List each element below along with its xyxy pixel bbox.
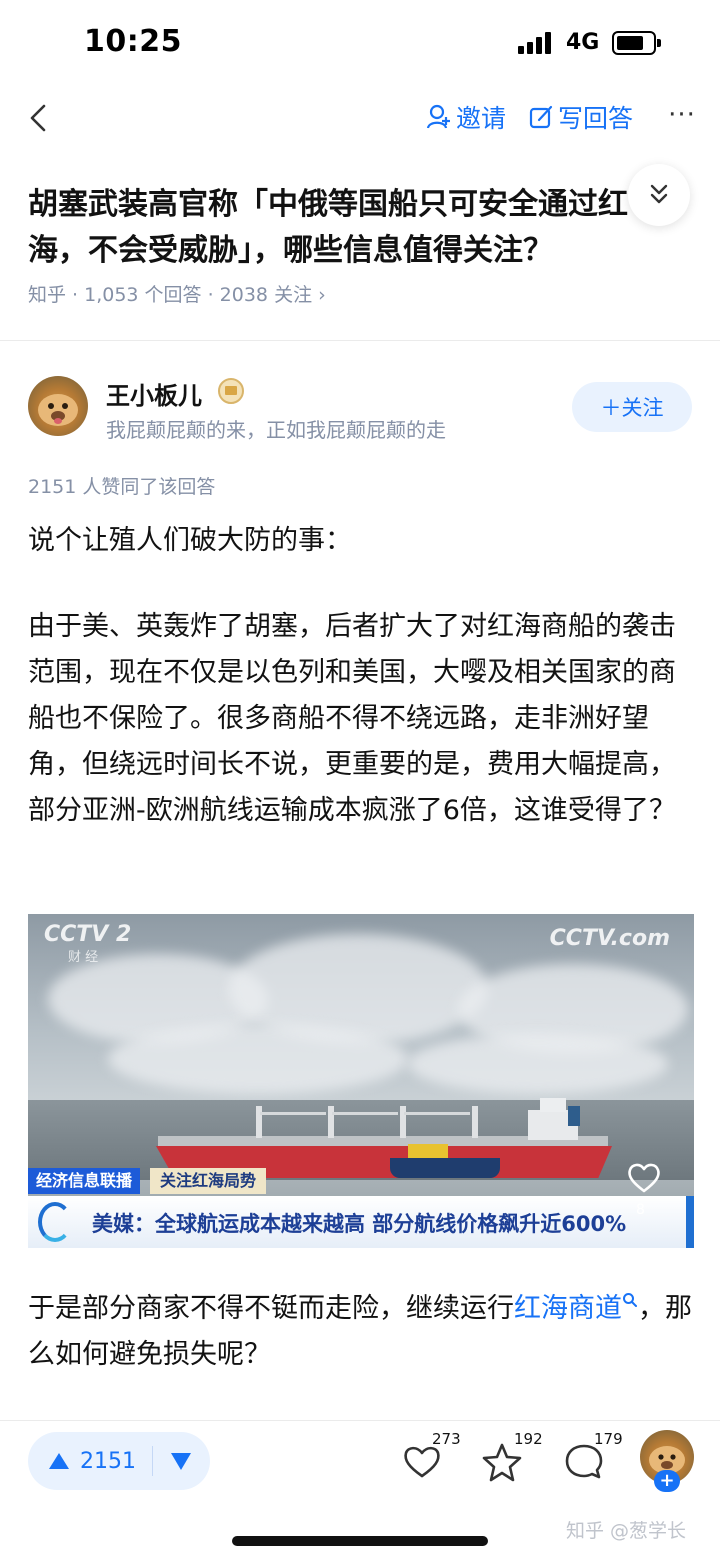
chevron-left-icon	[30, 104, 46, 132]
more-options-button[interactable]: ···	[662, 100, 702, 134]
vote-up-count: 2151	[80, 1448, 136, 1474]
signal-bars-icon	[518, 32, 558, 54]
badge-icon	[218, 378, 244, 404]
author-bio: 我屁颠屁颠的来，正如我屁颠屁颠的走	[106, 418, 446, 442]
battery-icon	[612, 31, 661, 55]
invite-label: 邀请	[456, 104, 507, 133]
author-name[interactable]: 王小板儿	[106, 376, 202, 411]
ship-crane	[404, 1112, 470, 1115]
cctv2-sub-logo: 财 经	[68, 950, 99, 965]
vote-summary: 2151 人赞同了该回答	[28, 476, 216, 498]
section-divider	[0, 340, 720, 341]
triangle-down-icon	[171, 1453, 191, 1470]
top-nav-bar: 邀请 写回答 ···	[0, 88, 720, 148]
answer-paragraph-2: 由于美、英轰炸了胡塞，后者扩大了对红海商船的袭击范围，现在不仅是以色列和美国，大…	[28, 611, 676, 826]
news-image[interactable]: CCTV 2 财 经 CCTV.com 经济信息联播 关注红海局势 美媒：全球航…	[28, 914, 694, 1248]
cctv2-logo: CCTV 2	[44, 922, 132, 947]
follow-button[interactable]: ＋关注	[572, 382, 692, 432]
channel-swirl-logo	[38, 1202, 72, 1242]
paragraph-3-text-before: 于是部分商家不得不铤而走险，继续运行	[28, 1293, 514, 1324]
back-button[interactable]	[22, 98, 62, 138]
follow-plus-button[interactable]: +	[654, 1470, 680, 1492]
ship-mast	[472, 1106, 478, 1138]
ship-mast	[400, 1106, 406, 1138]
expand-question-button[interactable]	[628, 164, 690, 226]
question-title[interactable]: 胡塞武装高官称「中俄等国船只可安全通过红海，不会受威胁」，哪些信息值得关注？	[28, 182, 648, 274]
person-add-icon	[426, 104, 450, 129]
network-type: 4G	[566, 30, 600, 55]
red-sea-route-link-label: 红海商道	[514, 1293, 622, 1324]
news-headline-bar: 美媒：全球航运成本越来越高 部分航线价格飙升近600%	[28, 1196, 694, 1248]
focus-tag: 关注红海局势	[150, 1168, 267, 1194]
triangle-up-icon	[49, 1453, 69, 1469]
home-indicator[interactable]	[232, 1536, 488, 1546]
bottom-bar-divider	[0, 1420, 720, 1421]
ship-mast	[328, 1106, 334, 1138]
ship-bridge-top	[540, 1098, 566, 1112]
news-headline: 美媒：全球航运成本越来越高 部分航线价格飙升近600%	[92, 1212, 627, 1236]
edit-icon	[529, 105, 553, 129]
red-sea-route-link[interactable]: 红海商道	[514, 1293, 638, 1324]
vote-up-button[interactable]: 2151	[48, 1432, 136, 1490]
like-count: 273	[432, 1430, 461, 1448]
ship-crane	[260, 1112, 326, 1115]
favorite-count: 192	[514, 1430, 543, 1448]
program-tag: 经济信息联播	[28, 1168, 141, 1194]
vote-pill: 2151	[28, 1432, 210, 1490]
ship-funnel	[568, 1106, 580, 1126]
comment-count: 179	[594, 1430, 623, 1448]
ship-mast	[256, 1106, 262, 1138]
watermark: 知乎 @葱学长	[566, 1520, 687, 1542]
author-avatar[interactable]	[28, 376, 88, 436]
double-chevron-down-icon	[650, 184, 668, 204]
answer-paragraph-3: 于是部分商家不得不铤而走险，继续运行红海商道 ，那么如何避免损失呢？	[28, 1286, 692, 1378]
cctv-com-logo: CCTV.com	[549, 926, 670, 951]
write-answer-button[interactable]: 写回答	[528, 100, 633, 134]
vote-down-button[interactable]	[168, 1448, 194, 1474]
ship-crane	[332, 1112, 398, 1115]
image-like-count: 8	[636, 1202, 645, 1218]
answer-paragraph-1: 说个让殖人们破大防的事：	[28, 525, 352, 556]
question-meta[interactable]: 知乎 · 1,053 个回答 · 2038 关注 ›	[28, 280, 326, 307]
write-answer-label: 写回答	[558, 104, 634, 133]
heart-outline-icon[interactable]	[624, 1158, 664, 1198]
search-icon	[623, 1293, 637, 1307]
invite-button[interactable]: 邀请	[426, 100, 506, 134]
tugboat	[390, 1158, 500, 1178]
status-bar: 10:25 4G	[0, 0, 720, 88]
status-time: 10:25	[84, 24, 182, 59]
